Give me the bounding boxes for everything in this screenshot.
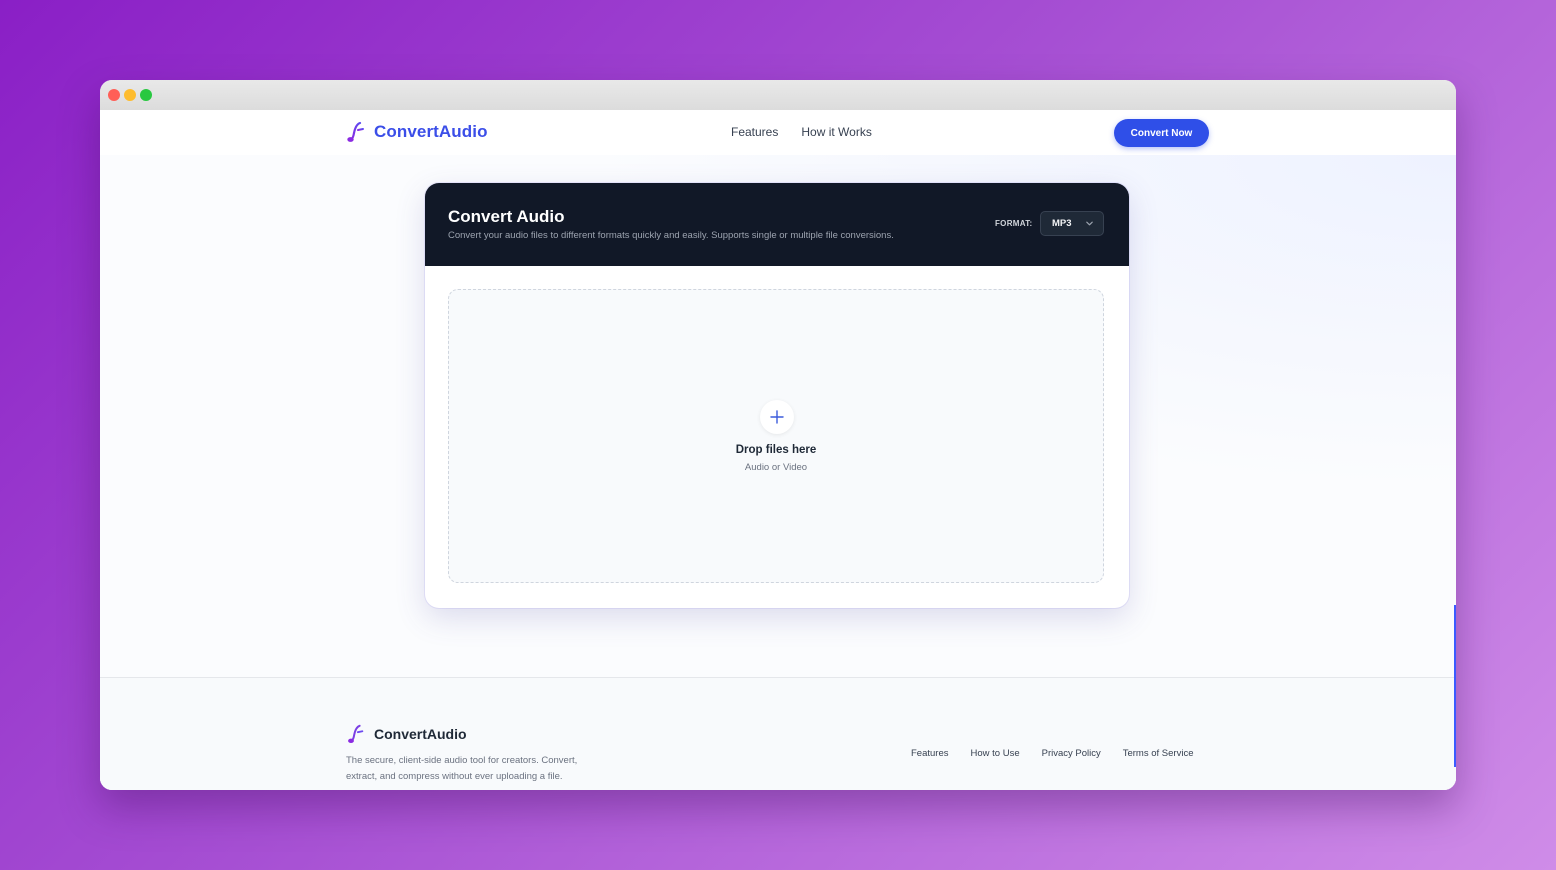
browser-window: ConvertAudio Features How it Works Conve…	[100, 80, 1456, 790]
brand-logo[interactable]: ConvertAudio	[346, 121, 488, 143]
maximize-window-button[interactable]	[140, 89, 152, 101]
footer-links: Features How to Use Privacy Policy Terms…	[911, 748, 1193, 759]
footer-brand-name: ConvertAudio	[374, 726, 467, 742]
convert-now-button[interactable]: Convert Now	[1114, 119, 1209, 147]
converter-header: Convert Audio Convert your audio files t…	[425, 183, 1129, 266]
footer-link-privacy-policy[interactable]: Privacy Policy	[1042, 748, 1101, 759]
music-note-icon	[348, 724, 364, 743]
footer-link-features[interactable]: Features	[911, 748, 949, 759]
converter-card: Convert Audio Convert your audio files t…	[425, 183, 1129, 608]
footer-description: The secure, client-side audio tool for c…	[346, 755, 578, 782]
nav-link-how-it-works[interactable]: How it Works	[801, 125, 871, 139]
music-note-icon	[347, 121, 364, 142]
plus-icon	[770, 410, 784, 424]
format-select-value: MP3	[1052, 218, 1072, 229]
footer-link-terms-of-service[interactable]: Terms of Service	[1123, 748, 1194, 759]
page: ConvertAudio Features How it Works Conve…	[100, 110, 1456, 790]
close-window-button[interactable]	[108, 89, 120, 101]
file-dropzone[interactable]: Drop files here Audio or Video	[448, 289, 1104, 583]
navbar: ConvertAudio Features How it Works Conve…	[100, 110, 1456, 155]
footer-brand-logo[interactable]: ConvertAudio	[346, 724, 467, 744]
format-label: FORMAT:	[995, 219, 1033, 228]
footer: ConvertAudio The secure, client-side aud…	[100, 677, 1456, 790]
converter-title: Convert Audio	[448, 207, 565, 226]
minimize-window-button[interactable]	[124, 89, 136, 101]
add-file-button[interactable]	[760, 400, 794, 434]
nav-link-features[interactable]: Features	[731, 125, 778, 139]
footer-link-how-to-use[interactable]: How to Use	[971, 748, 1020, 759]
brand-name: ConvertAudio	[374, 122, 488, 141]
scrollbar[interactable]	[1454, 605, 1456, 767]
nav-links: Features How it Works	[731, 125, 872, 139]
window-titlebar	[100, 80, 1456, 111]
format-select[interactable]: MP3	[1040, 211, 1104, 236]
dropzone-title: Drop files here	[735, 444, 817, 456]
dropzone-subtitle: Audio or Video	[744, 462, 808, 473]
converter-subtitle: Convert your audio files to different fo…	[448, 230, 894, 241]
chevron-down-icon	[1086, 221, 1093, 226]
